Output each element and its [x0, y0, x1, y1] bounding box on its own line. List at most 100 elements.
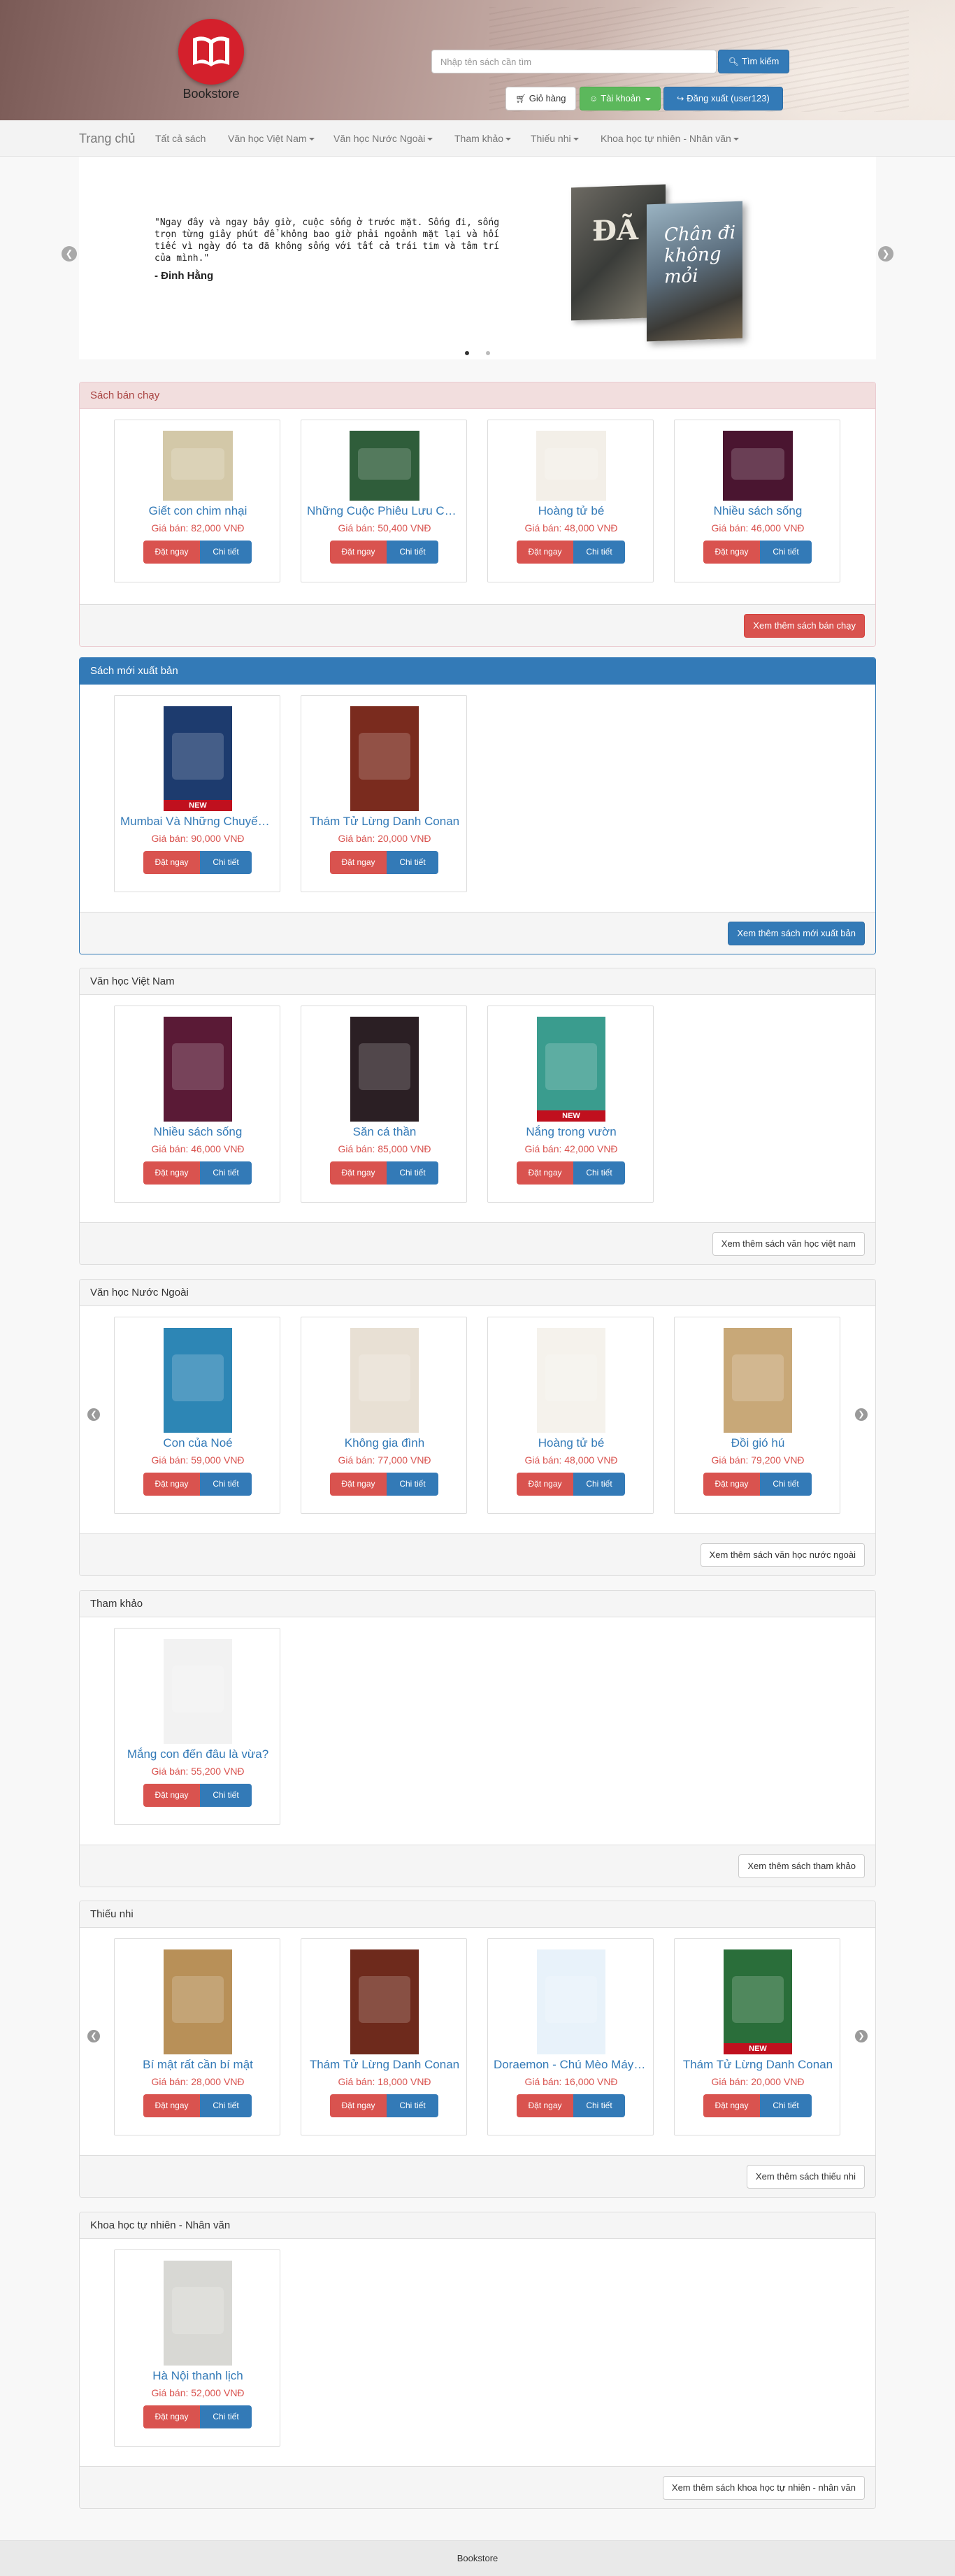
carousel-dot[interactable] — [486, 351, 490, 355]
book-title-link[interactable]: Nhiều sách sống — [120, 1125, 275, 1139]
book-cover-image[interactable] — [164, 1328, 232, 1433]
book-cover-image[interactable] — [537, 1949, 605, 2054]
detail-button[interactable]: Chi tiết — [387, 1161, 438, 1185]
order-now-button[interactable]: Đặt ngay — [143, 851, 200, 874]
detail-button[interactable]: Chi tiết — [200, 1161, 252, 1185]
book-title-link[interactable]: Không gia đình — [307, 1436, 462, 1450]
book-title-link[interactable]: Hà Nội thanh lịch — [120, 2369, 275, 2383]
see-more-button[interactable]: Xem thêm sách văn học nước ngoài — [700, 1543, 865, 1567]
book-cover-image[interactable]: NEW — [164, 706, 232, 811]
book-cover-image[interactable] — [163, 431, 233, 501]
nav-item-vietnamese-literature[interactable]: Văn học Việt Nam — [228, 120, 315, 157]
book-cover-image[interactable] — [350, 431, 419, 501]
order-now-button[interactable]: Đặt ngay — [143, 1784, 200, 1807]
book-title-link[interactable]: Nhiều sách sống — [680, 504, 835, 518]
book-cover-image[interactable] — [164, 1949, 232, 2054]
logout-button[interactable]: ↪ Đăng xuất (user123) — [663, 87, 783, 110]
book-title-link[interactable]: Bí mật rất cần bí mật — [120, 2058, 275, 2072]
detail-button[interactable]: Chi tiết — [760, 1473, 812, 1496]
nav-item-all-books[interactable]: Tất cả sách — [155, 120, 206, 157]
order-now-button[interactable]: Đặt ngay — [517, 1161, 573, 1185]
book-cover-image[interactable] — [723, 431, 793, 501]
order-now-button[interactable]: Đặt ngay — [703, 1473, 760, 1496]
book-cover-image[interactable] — [350, 1017, 419, 1122]
book-title-link[interactable]: Hoàng tử bé — [494, 504, 649, 518]
book-title-link[interactable]: Những Cuộc Phiêu Lưu Của Huckleberry Fin… — [307, 504, 462, 518]
detail-button[interactable]: Chi tiết — [387, 1473, 438, 1496]
see-more-button[interactable]: Xem thêm sách bán chạy — [744, 614, 865, 638]
see-more-button[interactable]: Xem thêm sách thiếu nhi — [746, 2165, 865, 2189]
detail-button[interactable]: Chi tiết — [200, 851, 252, 874]
order-now-button[interactable]: Đặt ngay — [517, 2094, 573, 2117]
book-title-link[interactable]: Thám Tử Lừng Danh Conan — [307, 815, 462, 829]
carousel-prev-arrow-icon[interactable]: ❮ — [62, 246, 77, 262]
order-now-button[interactable]: Đặt ngay — [703, 541, 760, 564]
detail-button[interactable]: Chi tiết — [387, 541, 438, 564]
book-title-link[interactable]: Hoàng tử bé — [494, 1436, 649, 1450]
book-cover-image[interactable] — [164, 1639, 232, 1744]
order-now-button[interactable]: Đặt ngay — [330, 851, 387, 874]
detail-button[interactable]: Chi tiết — [200, 2405, 252, 2428]
book-title-link[interactable]: Mumbai Và Những Chuyến Phiêu Lưu — [120, 815, 275, 829]
book-title-link[interactable]: Thám Tử Lừng Danh Conan — [307, 2058, 462, 2072]
detail-button[interactable]: Chi tiết — [573, 1161, 625, 1185]
section-prev-arrow-icon[interactable]: ❮ — [87, 2030, 100, 2042]
detail-button[interactable]: Chi tiết — [200, 1784, 252, 1807]
order-now-button[interactable]: Đặt ngay — [330, 1161, 387, 1185]
book-title-link[interactable]: Con của Noé — [120, 1436, 275, 1450]
order-now-button[interactable]: Đặt ngay — [703, 2094, 760, 2117]
nav-item-children[interactable]: Thiếu nhi — [531, 120, 579, 157]
detail-button[interactable]: Chi tiết — [573, 1473, 625, 1496]
order-now-button[interactable]: Đặt ngay — [143, 2094, 200, 2117]
book-cover-image[interactable] — [350, 706, 419, 811]
see-more-button[interactable]: Xem thêm sách khoa học tự nhiên - nhân v… — [662, 2476, 865, 2500]
order-now-button[interactable]: Đặt ngay — [143, 2405, 200, 2428]
logo-book-icon[interactable] — [178, 19, 244, 85]
book-cover-image[interactable] — [350, 1949, 419, 2054]
order-now-button[interactable]: Đặt ngay — [330, 541, 387, 564]
nav-item-science-humanities[interactable]: Khoa học tự nhiên - Nhân văn — [601, 120, 739, 157]
detail-button[interactable]: Chi tiết — [200, 1473, 252, 1496]
detail-button[interactable]: Chi tiết — [573, 541, 625, 564]
nav-item-foreign-literature[interactable]: Văn học Nước Ngoài — [333, 120, 433, 157]
see-more-button[interactable]: Xem thêm sách văn học việt nam — [712, 1232, 865, 1256]
book-cover-image[interactable] — [536, 431, 606, 501]
carousel-next-arrow-icon[interactable]: ❯ — [878, 246, 893, 262]
book-cover-image[interactable]: NEW — [724, 1949, 792, 2054]
section-next-arrow-icon[interactable]: ❯ — [855, 2030, 868, 2042]
book-cover-image[interactable] — [724, 1328, 792, 1433]
see-more-button[interactable]: Xem thêm sách tham khảo — [738, 1854, 865, 1878]
book-cover-image[interactable]: NEW — [537, 1017, 605, 1122]
book-cover-image[interactable] — [537, 1328, 605, 1433]
section-prev-arrow-icon[interactable]: ❮ — [87, 1408, 100, 1421]
order-now-button[interactable]: Đặt ngay — [517, 541, 573, 564]
book-title-link[interactable]: Thám Tử Lừng Danh Conan — [680, 2058, 835, 2072]
order-now-button[interactable]: Đặt ngay — [330, 1473, 387, 1496]
detail-button[interactable]: Chi tiết — [760, 541, 812, 564]
detail-button[interactable]: Chi tiết — [200, 541, 252, 564]
book-title-link[interactable]: Mắng con đến đâu là vừa? — [120, 1747, 275, 1761]
detail-button[interactable]: Chi tiết — [573, 2094, 625, 2117]
nav-home-link[interactable]: Trang chủ — [79, 120, 135, 157]
see-more-button[interactable]: Xem thêm sách mới xuất bản — [728, 922, 865, 945]
search-input[interactable] — [431, 50, 717, 73]
search-button[interactable]: 🔍︎ Tìm kiếm — [718, 50, 789, 73]
book-title-link[interactable]: Nắng trong vườn — [494, 1125, 649, 1139]
order-now-button[interactable]: Đặt ngay — [517, 1473, 573, 1496]
book-title-link[interactable]: Doraemon - Chú Mèo Máy Đến Từ Tương Lai — [494, 2058, 649, 2072]
detail-button[interactable]: Chi tiết — [200, 2094, 252, 2117]
book-cover-image[interactable] — [350, 1328, 419, 1433]
nav-item-reference[interactable]: Tham khảo — [454, 120, 512, 157]
order-now-button[interactable]: Đặt ngay — [143, 1473, 200, 1496]
detail-button[interactable]: Chi tiết — [760, 2094, 812, 2117]
account-button[interactable]: ☺ Tài khoản — [580, 87, 661, 110]
detail-button[interactable]: Chi tiết — [387, 2094, 438, 2117]
book-title-link[interactable]: Giết con chim nhại — [120, 504, 275, 518]
book-title-link[interactable]: Đồi gió hú — [680, 1436, 835, 1450]
book-cover-image[interactable] — [164, 2261, 232, 2366]
order-now-button[interactable]: Đặt ngay — [143, 541, 200, 564]
detail-button[interactable]: Chi tiết — [387, 851, 438, 874]
cart-button[interactable]: 🛒︎ Giỏ hàng — [505, 87, 576, 110]
logo-text[interactable]: Bookstore — [176, 87, 246, 101]
carousel-dot-active[interactable] — [465, 351, 469, 355]
